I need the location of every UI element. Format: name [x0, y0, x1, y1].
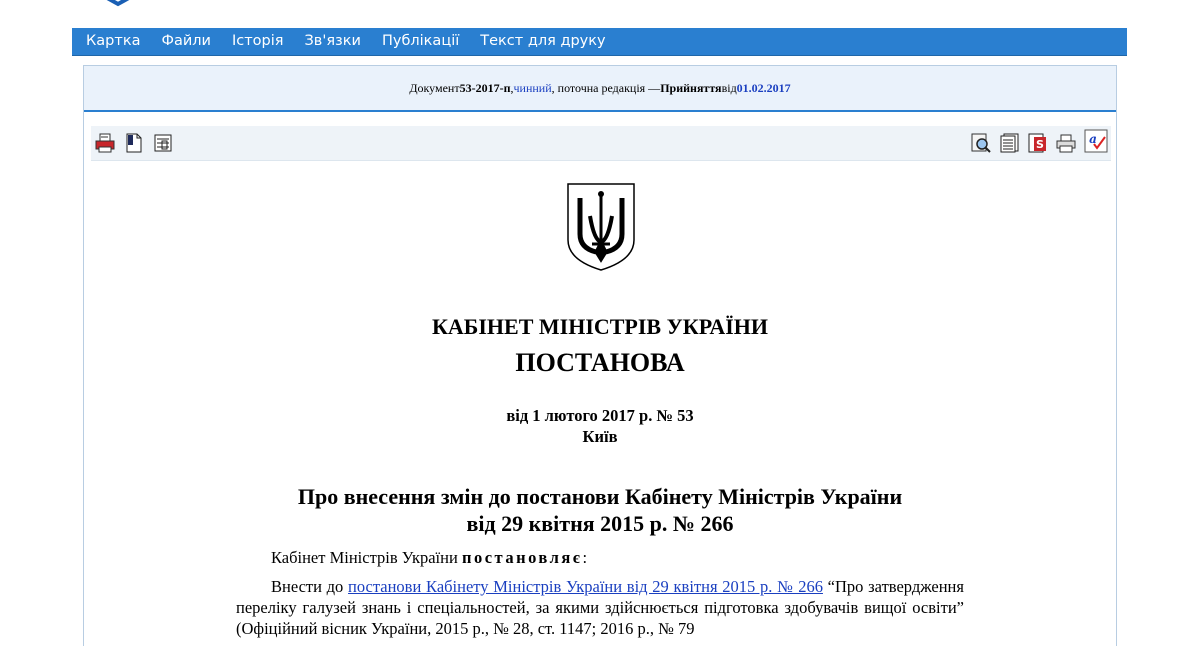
doc-from: від: [721, 80, 737, 95]
document-city: Київ: [582, 427, 618, 446]
main-navigation: Картка Файли Історія Зв'язки Публікації …: [72, 28, 1127, 56]
body-prefix: Внести до: [271, 577, 349, 596]
svg-text:S: S: [1036, 138, 1044, 151]
document-icon[interactable]: [124, 133, 144, 153]
list-icon[interactable]: [1000, 133, 1020, 153]
document-title: Про внесення змін до постанови Кабінету …: [84, 483, 1116, 537]
printer-icon[interactable]: [1056, 133, 1076, 153]
document-toolbar: S a: [91, 126, 1111, 161]
document-date: від 1 лютого 2017 р. № 53: [506, 406, 694, 425]
site-logo[interactable]: [96, 0, 140, 8]
intro-prefix: Кабінет Міністрів України: [271, 548, 462, 567]
svg-text:a: a: [1089, 132, 1097, 146]
intro-suffix: :: [582, 548, 588, 567]
nav-files[interactable]: Файли: [151, 28, 221, 55]
doc-edition: , поточна редакція —: [551, 80, 661, 95]
document-panel: Документ 53-2017-п , чинний , поточна ре…: [83, 65, 1117, 646]
intro-paragraph: Кабінет Міністрів України постановляє:: [271, 548, 587, 568]
nav-publications[interactable]: Публікації: [371, 28, 469, 55]
organization-heading: КАБІНЕТ МІНІСТРІВ УКРАЇНИ: [431, 314, 769, 339]
title-line-1: Про внесення змін до постанови Кабінету …: [297, 484, 903, 509]
doc-prefix: Документ: [409, 80, 460, 95]
print-icon[interactable]: [95, 133, 115, 153]
document-status-bar: Документ 53-2017-п , чинний , поточна ре…: [84, 66, 1116, 112]
document-type-heading: ПОСТАНОВА: [515, 348, 685, 377]
intro-decree-word: постановляє: [461, 548, 583, 567]
nav-card[interactable]: Картка: [72, 28, 151, 55]
doc-number: 53-2017-п: [459, 80, 511, 95]
doc-date: 01.02.2017: [736, 80, 791, 95]
coat-of-arms-icon: [567, 183, 635, 271]
nav-links[interactable]: Зв'язки: [294, 28, 371, 55]
doc-accepted: Прийняття: [660, 80, 722, 95]
resolution-link[interactable]: постанови Кабінету Міністрів України від…: [348, 577, 823, 596]
doc-status[interactable]: чинний: [514, 81, 552, 96]
search-icon[interactable]: [971, 133, 991, 153]
compare-icon[interactable]: [153, 133, 173, 153]
sign-icon[interactable]: S: [1028, 133, 1048, 153]
nav-print-text[interactable]: Текст для друку: [470, 28, 616, 55]
check-icon[interactable]: a: [1084, 129, 1108, 153]
title-line-2: від 29 квітня 2015 р. № 266: [466, 511, 734, 536]
nav-history[interactable]: Історія: [221, 28, 294, 55]
